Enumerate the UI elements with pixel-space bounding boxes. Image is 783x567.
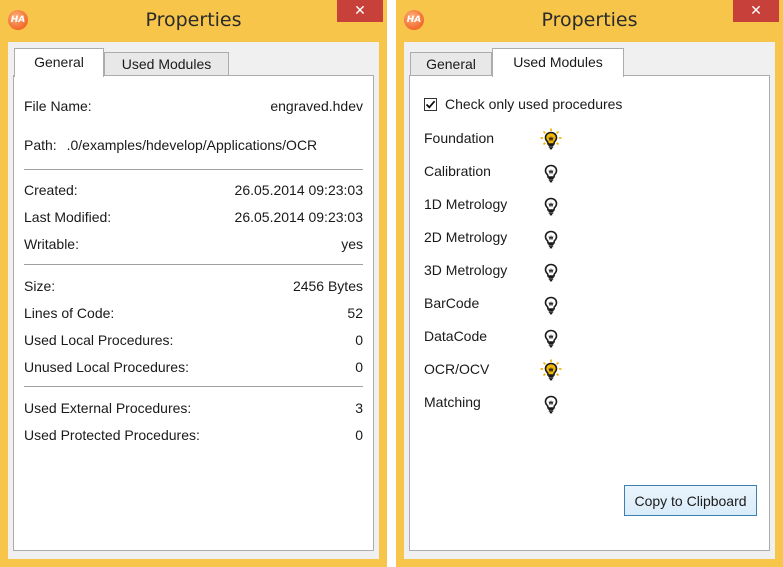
checkmark-icon — [425, 100, 436, 109]
separator — [24, 264, 363, 265]
module-row: BarCode — [424, 293, 624, 317]
created-value: 26.05.2014 09:23:03 — [234, 182, 363, 198]
path-label: Path: — [24, 137, 57, 153]
separator — [24, 386, 363, 387]
used-local-procedures-label: Used Local Procedures: — [24, 332, 174, 348]
separator — [24, 169, 363, 170]
last-modified-label: Last Modified: — [24, 209, 112, 225]
lightbulb-off-icon — [544, 329, 558, 348]
lightbulb-off-icon — [544, 263, 558, 282]
lightbulb-off-icon — [544, 296, 558, 315]
window-client-area: General Used Modules Check only used pro… — [404, 42, 775, 559]
lightbulb-off-icon — [544, 197, 558, 216]
check-only-used-checkbox[interactable] — [424, 98, 437, 111]
properties-window-general: HA Properties ✕ General Used Modules Fil… — [0, 0, 387, 567]
last-modified-row: Last Modified: 26.05.2014 09:23:03 — [24, 209, 363, 229]
tab-strip: General Used Modules — [8, 48, 379, 77]
path-row: Path: .0/examples/hdevelop/Applications/… — [24, 137, 369, 157]
used-external-procedures-label: Used External Procedures: — [24, 400, 192, 416]
used-external-procedures-value: 3 — [355, 400, 363, 416]
used-protected-procedures-label: Used Protected Procedures: — [24, 427, 200, 443]
writable-label: Writable: — [24, 236, 79, 252]
title-bar[interactable]: HA Properties ✕ — [396, 0, 783, 42]
used-external-procedures-row: Used External Procedures: 3 — [24, 400, 363, 420]
module-name: Matching — [424, 394, 481, 410]
module-row: Calibration — [424, 161, 624, 185]
used-local-procedures-row: Used Local Procedures: 0 — [24, 332, 363, 352]
module-row: DataCode — [424, 326, 624, 350]
last-modified-value: 26.05.2014 09:23:03 — [234, 209, 363, 225]
lightbulb-off-icon — [544, 395, 558, 414]
module-name: Foundation — [424, 130, 495, 146]
module-name: 3D Metrology — [424, 262, 508, 278]
tab-general[interactable]: General — [410, 52, 492, 76]
module-row: Matching — [424, 392, 624, 416]
module-name: OCR/OCV — [424, 361, 490, 377]
tab-strip: General Used Modules — [404, 48, 775, 77]
tab-used-modules[interactable]: Used Modules — [492, 48, 624, 77]
lines-of-code-row: Lines of Code: 52 — [24, 305, 363, 325]
properties-window-used-modules: HA Properties ✕ General Used Modules Che… — [396, 0, 783, 567]
module-row: 3D Metrology — [424, 260, 624, 284]
close-button[interactable]: ✕ — [733, 0, 779, 22]
lightbulb-off-icon — [544, 230, 558, 249]
lines-of-code-value: 52 — [347, 305, 363, 321]
module-name: Calibration — [424, 163, 491, 179]
general-panel: File Name: engraved.hdev Path: .0/exampl… — [13, 75, 374, 551]
lightbulb-on-icon — [540, 128, 562, 150]
size-value: 2456 Bytes — [292, 278, 363, 294]
used-modules-panel: Check only used procedures Foundation Cal… — [409, 75, 770, 551]
lightbulb-off-icon — [544, 164, 558, 183]
size-label: Size: — [24, 278, 56, 294]
window-title: Properties — [541, 9, 638, 31]
file-name-value: engraved.hdev — [270, 98, 363, 114]
module-name: DataCode — [424, 328, 488, 344]
writable-row: Writable: yes — [24, 236, 363, 256]
unused-local-procedures-value: 0 — [355, 359, 363, 375]
unused-local-procedures-label: Unused Local Procedures: — [24, 359, 189, 375]
module-row: OCR/OCV — [424, 359, 624, 383]
created-row: Created: 26.05.2014 09:23:03 — [24, 182, 363, 202]
window-title: Properties — [145, 9, 242, 31]
tab-general[interactable]: General — [14, 48, 104, 77]
used-local-procedures-value: 0 — [355, 332, 363, 348]
title-bar[interactable]: HA Properties ✕ — [0, 0, 387, 42]
module-name: 2D Metrology — [424, 229, 508, 245]
unused-local-procedures-row: Unused Local Procedures: 0 — [24, 359, 363, 379]
check-only-used-label: Check only used procedures — [445, 96, 623, 112]
module-row: 2D Metrology — [424, 227, 624, 251]
module-name: 1D Metrology — [424, 196, 508, 212]
lightbulb-on-icon — [540, 359, 562, 381]
used-protected-procedures-value: 0 — [355, 427, 363, 443]
size-row: Size: 2456 Bytes — [24, 278, 363, 298]
writable-value: yes — [341, 236, 363, 252]
window-client-area: General Used Modules File Name: engraved… — [8, 42, 379, 559]
copy-to-clipboard-button[interactable]: Copy to Clipboard — [624, 485, 757, 516]
file-name-label: File Name: — [24, 98, 92, 114]
module-row: 1D Metrology — [424, 194, 624, 218]
lines-of-code-label: Lines of Code: — [24, 305, 115, 321]
module-name: BarCode — [424, 295, 480, 311]
path-value: .0/examples/hdevelop/Applications/OCR — [66, 137, 318, 153]
close-button[interactable]: ✕ — [337, 0, 383, 22]
file-name-row: File Name: engraved.hdev — [24, 98, 363, 118]
used-protected-procedures-row: Used Protected Procedures: 0 — [24, 427, 363, 447]
module-row: Foundation — [424, 128, 624, 152]
created-label: Created: — [24, 182, 78, 198]
tab-used-modules[interactable]: Used Modules — [104, 52, 229, 76]
